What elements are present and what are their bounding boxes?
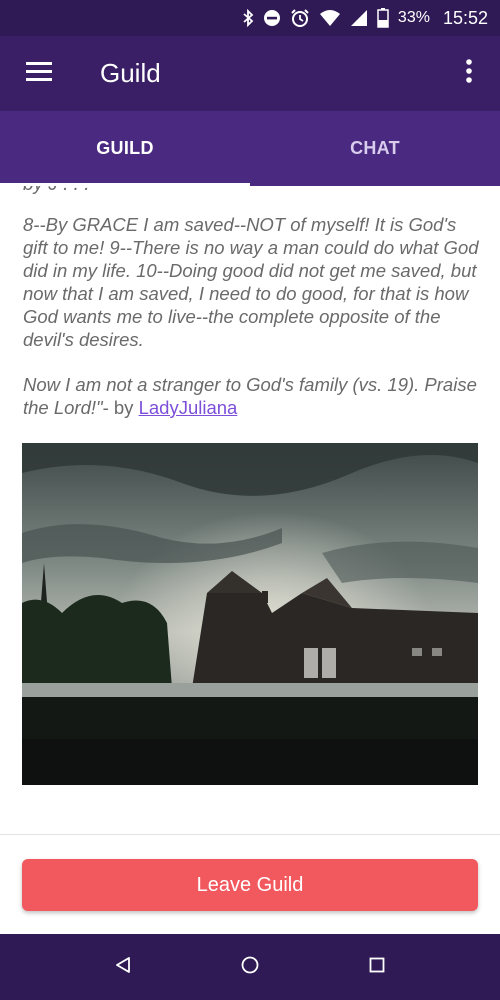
page-title: Guild — [100, 58, 161, 88]
recents-icon — [368, 956, 386, 979]
nav-home-button[interactable] — [220, 937, 280, 997]
post-paragraph-closing: Now I am not a stranger to God's family … — [23, 373, 479, 419]
battery-percent: 33% — [397, 9, 430, 26]
alarm-icon — [290, 8, 310, 28]
status-bar: 33% 15:52 — [0, 0, 500, 36]
app-bar: Guild — [0, 36, 500, 111]
more-options-button[interactable] — [438, 36, 500, 111]
post-photo[interactable] — [22, 443, 478, 785]
hamburger-menu-icon — [25, 60, 53, 87]
post-quote-text: Now I am not a stranger to God's family … — [23, 374, 477, 418]
bottom-action-area: Leave Guild — [0, 834, 500, 934]
bluetooth-icon — [242, 8, 254, 28]
tab-chat[interactable]: CHAT — [250, 111, 500, 186]
leave-guild-button[interactable]: Leave Guild — [22, 859, 478, 911]
nav-back-button[interactable] — [93, 937, 153, 997]
guild-post-content[interactable]: by J . . . 8--By GRACE I am saved--NOT o… — [0, 186, 500, 834]
tab-bar: GUILD CHAT — [0, 111, 500, 186]
back-icon — [114, 956, 132, 979]
post-paragraph: 8--By GRACE I am saved--NOT of myself! I… — [23, 214, 479, 350]
more-vertical-icon — [465, 58, 473, 89]
battery-icon — [377, 8, 389, 28]
author-link[interactable]: LadyJuliana — [139, 397, 238, 418]
nav-recents-button[interactable] — [347, 937, 407, 997]
cellular-signal-icon — [350, 8, 368, 28]
post-clipped-line: by J . . . — [23, 186, 90, 196]
system-nav-bar — [0, 934, 500, 1000]
do-not-disturb-icon — [263, 8, 281, 28]
tab-guild[interactable]: GUILD — [0, 111, 250, 186]
home-icon — [240, 955, 260, 980]
status-time: 15:52 — [442, 7, 488, 28]
menu-button[interactable] — [0, 36, 78, 111]
wifi-icon — [319, 8, 341, 28]
post-by-text: - by — [102, 397, 134, 418]
